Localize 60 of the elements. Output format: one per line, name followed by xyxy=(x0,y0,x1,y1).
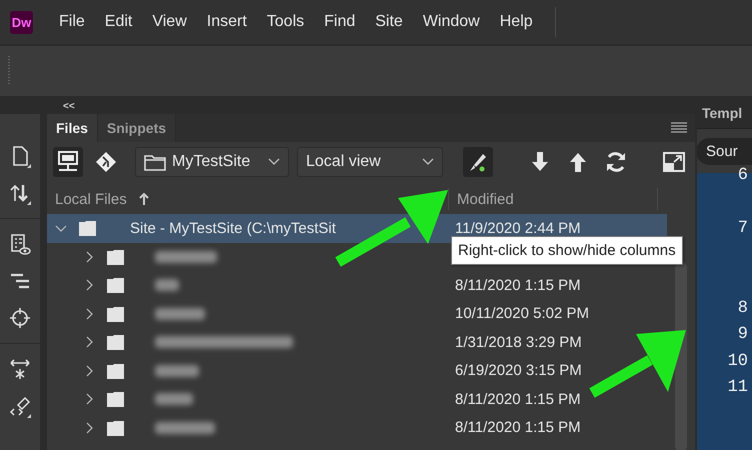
folder-icon xyxy=(105,276,126,294)
panel-tab[interactable]: Snippets xyxy=(98,114,176,142)
modified-date: 1/31/2018 3:29 PM xyxy=(455,334,582,351)
menu-item[interactable]: Site xyxy=(365,13,413,31)
sort-arrow-icon xyxy=(138,193,149,205)
brush-icon[interactable] xyxy=(463,147,493,177)
editor-tab[interactable]: Templ xyxy=(702,98,742,128)
menu-item[interactable]: Insert xyxy=(196,13,257,31)
menu-item[interactable]: Find xyxy=(314,13,366,31)
modified-date: 11/9/2020 2:44 PM xyxy=(455,220,581,237)
modified-date: 8/11/2020 1:15 PM xyxy=(455,276,581,294)
folder-icon xyxy=(105,418,126,437)
menu-icon[interactable] xyxy=(671,122,687,134)
chevron-down-icon xyxy=(268,158,280,166)
folder-icon xyxy=(77,219,98,238)
column-header[interactable]: Local Files xyxy=(55,190,127,208)
crosshair-icon[interactable] xyxy=(8,306,32,330)
menu-item[interactable]: Window xyxy=(412,13,490,31)
code-tag-icon[interactable] xyxy=(8,394,32,418)
blurred-text xyxy=(155,250,217,263)
line-number: 8 xyxy=(738,298,748,320)
folder-icon xyxy=(105,333,126,352)
line-number: 6 xyxy=(738,165,748,187)
line-number: 9 xyxy=(738,324,748,346)
modified-date: 6/19/2020 3:15 PM xyxy=(455,362,582,380)
chevron-down-icon xyxy=(422,158,434,166)
line-number: 7 xyxy=(738,218,748,240)
source-view-button[interactable]: Sour xyxy=(696,138,752,164)
menu-item[interactable]: File xyxy=(49,13,95,31)
blurred-text xyxy=(155,279,179,292)
blurred-text xyxy=(155,393,193,406)
menu-item[interactable]: Edit xyxy=(94,13,142,31)
folder-icon xyxy=(105,390,126,408)
column-header[interactable]: Modified xyxy=(457,190,514,208)
resize-asterisk-icon[interactable] xyxy=(8,357,32,381)
folder-icon xyxy=(144,153,166,171)
menu-item[interactable]: Help xyxy=(490,13,543,31)
panel-tab[interactable]: Files xyxy=(47,114,98,142)
scrollbar[interactable] xyxy=(675,262,687,450)
network-computer-icon[interactable] xyxy=(53,147,83,177)
folder-icon xyxy=(105,248,126,266)
tree-item-label[interactable]: Site - MyTestSite (C:\myTestSit xyxy=(130,220,336,237)
app-logo: Dw xyxy=(10,10,33,34)
blurred-text xyxy=(155,308,205,320)
modified-date: 8/11/2020 1:15 PM xyxy=(455,419,581,436)
site-select[interactable]: MyTestSite xyxy=(135,147,289,177)
tooltip: Right-click to show/hide columns xyxy=(451,236,683,265)
modified-date: 8/11/2020 1:15 PM xyxy=(455,390,581,408)
document-preview-icon[interactable] xyxy=(8,232,32,256)
line-number: 10 xyxy=(728,350,748,372)
folder-icon xyxy=(105,304,126,323)
modified-date: 10/11/2020 5:02 PM xyxy=(455,305,589,322)
view-select[interactable]: Local view xyxy=(297,147,443,177)
folder-icon xyxy=(105,362,126,380)
blurred-text xyxy=(155,422,215,434)
menu-item[interactable]: View xyxy=(142,13,197,31)
collapse-toggle[interactable]: << xyxy=(63,100,75,112)
menu-item[interactable]: Tools xyxy=(256,13,314,31)
blurred-text xyxy=(155,364,199,377)
line-number: 11 xyxy=(728,377,748,399)
